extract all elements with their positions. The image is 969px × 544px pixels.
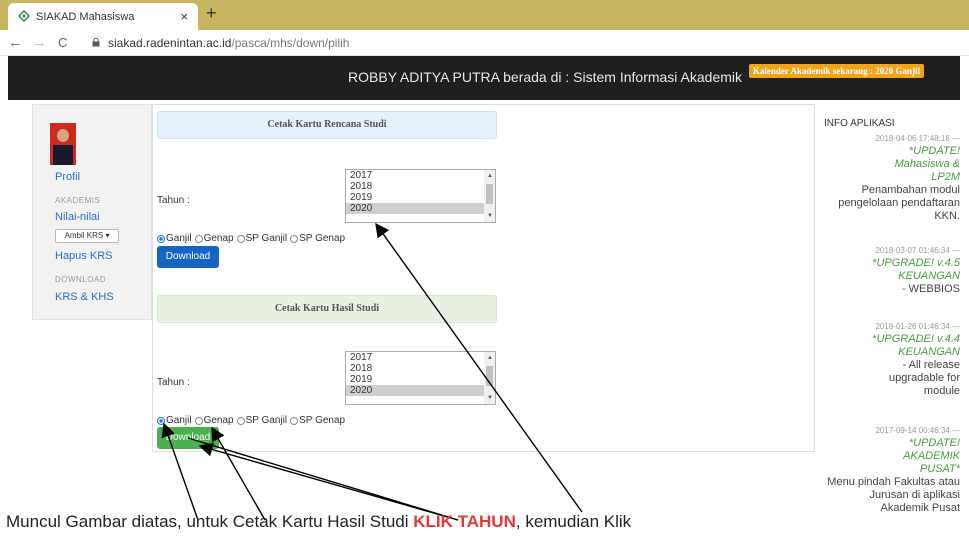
krs-radio-sp-ganjil[interactable] xyxy=(236,234,245,243)
khs-radio-sp-ganjil[interactable] xyxy=(236,416,245,425)
avatar xyxy=(50,123,76,165)
info-highlight[interactable]: *UPDATE! AKADEMIK PUSAT* xyxy=(822,437,960,476)
krs-radio-sp-genap[interactable] xyxy=(290,234,299,243)
main-content: Cetak Kartu Rencana Studi Tahun : 2017 2… xyxy=(152,104,815,452)
krs-year-option[interactable]: 2018 xyxy=(346,181,495,192)
forward-icon[interactable]: → xyxy=(32,34,47,51)
info-highlight[interactable]: *UPGRADE! v.4.5 KEUANGAN xyxy=(822,257,960,283)
khs-year-option-selected[interactable]: 2020 xyxy=(346,385,495,396)
address-bar: ← → C siakad.radenintan.ac.id/pasca/mhs/… xyxy=(0,30,969,56)
khs-year-option[interactable]: 2017 xyxy=(346,352,495,363)
url-field[interactable]: siakad.radenintan.ac.id/pasca/mhs/down/p… xyxy=(108,36,349,50)
krs-listbox-scrollbar[interactable]: ▲ ▼ xyxy=(484,170,495,222)
khs-radio-sp-genap-label: SP Genap xyxy=(299,415,346,426)
krs-download-button[interactable]: Download xyxy=(157,246,219,268)
ambil-krs-label: Ambil KRS xyxy=(64,231,104,240)
arrow-to-download-button xyxy=(198,442,459,521)
browser-tab-bar: SIAKAD Mahasiswa × + xyxy=(0,0,969,30)
khs-panel-title: Cetak Kartu Hasil Studi xyxy=(157,295,497,323)
caret-down-icon: ▾ xyxy=(103,231,110,240)
info-text: Penambahan modul pengelolaan pendaftaran… xyxy=(838,184,960,222)
info-highlight[interactable]: *UPDATE! Mahasiswa & LP2M xyxy=(822,145,960,184)
ambil-krs-button[interactable]: Ambil KRS ▾ xyxy=(55,229,119,243)
reload-icon[interactable]: C xyxy=(58,35,67,50)
info-item: 2018-01-26 01:46:34 — *UPGRADE! v.4.4 KE… xyxy=(822,320,960,398)
info-item: 2018-04-06 17:48:18 — *UPDATE! Mahasiswa… xyxy=(822,132,960,223)
scroll-up-icon[interactable]: ▲ xyxy=(487,173,493,179)
url-path: /pasca/mhs/down/pilih xyxy=(231,36,350,50)
site-favicon-icon xyxy=(18,10,30,22)
krs-radio-sp-genap-label: SP Genap xyxy=(299,233,346,244)
khs-radio-genap[interactable] xyxy=(194,416,203,425)
lock-icon xyxy=(92,38,100,47)
caption-text-end: , kemudian Klik xyxy=(515,512,632,531)
khs-radio-ganjil-label: Ganjil xyxy=(166,415,192,426)
new-tab-icon[interactable]: + xyxy=(206,3,217,24)
tab-title: SIAKAD Mahasiswa xyxy=(36,10,135,23)
info-date: 2018-03-07 01:46:34 — xyxy=(875,246,960,255)
khs-year-option[interactable]: 2018 xyxy=(346,363,495,374)
tab-close-icon[interactable]: × xyxy=(180,9,188,24)
krs-semester-radios: Ganjil Genap SP Ganjil SP Genap xyxy=(157,233,345,244)
sidebar-item-krs-khs[interactable]: KRS & KHS xyxy=(55,291,114,303)
krs-radio-ganjil[interactable] xyxy=(157,234,165,243)
krs-tahun-label: Tahun : xyxy=(157,195,190,206)
khs-year-listbox[interactable]: 2017 2018 2019 2020 ▲ ▼ xyxy=(345,351,496,405)
scroll-thumb[interactable] xyxy=(486,366,493,386)
sidebar: Profil AKADEMIS Nilai-nilai Ambil KRS ▾ … xyxy=(32,104,152,320)
scroll-thumb[interactable] xyxy=(486,184,493,204)
khs-radio-sp-ganjil-label: SP Ganjil xyxy=(245,415,288,426)
khs-radio-sp-genap[interactable] xyxy=(290,416,299,425)
krs-year-option[interactable]: 2019 xyxy=(346,192,495,203)
sidebar-item-profil[interactable]: Profil xyxy=(55,171,80,183)
krs-year-option-selected[interactable]: 2020 xyxy=(346,203,495,214)
sidebar-item-hapus-krs[interactable]: Hapus KRS xyxy=(55,250,112,262)
info-date: 2018-04-06 17:48:18 — xyxy=(875,134,960,143)
back-icon[interactable]: ← xyxy=(8,34,23,51)
scroll-down-icon[interactable]: ▼ xyxy=(487,213,493,219)
krs-radio-sp-ganjil-label: SP Ganjil xyxy=(245,233,288,244)
krs-radio-genap-label: Genap xyxy=(203,233,234,244)
khs-download-button[interactable]: Download xyxy=(157,427,219,449)
sidebar-heading-akademis: AKADEMIS xyxy=(55,196,101,205)
sidebar-heading-download: DOWNLOAD xyxy=(55,275,107,284)
info-title: INFO APLIKASI xyxy=(824,118,895,129)
khs-tahun-label: Tahun : xyxy=(157,377,190,388)
browser-tab[interactable]: SIAKAD Mahasiswa × xyxy=(8,3,198,30)
url-domain: siakad.radenintan.ac.id xyxy=(108,36,232,50)
header-user-text: ROBBY ADITYA PUTRA berada di : Sistem In… xyxy=(348,69,742,85)
caption-text: Muncul Gambar diatas, untuk Cetak Kartu … xyxy=(6,512,414,531)
info-item: 2017-09-14 00:46:34 — *UPDATE! AKADEMIK … xyxy=(822,424,960,515)
instruction-caption: Muncul Gambar diatas, untuk Cetak Kartu … xyxy=(6,512,631,532)
info-date: 2018-01-26 01:46:34 — xyxy=(875,322,960,331)
caption-highlight: KLIK TAHUN xyxy=(413,512,516,531)
krs-radio-ganjil-label: Ganjil xyxy=(166,233,192,244)
krs-year-listbox[interactable]: 2017 2018 2019 2020 ▲ ▼ xyxy=(345,169,496,223)
info-date: 2017-09-14 00:46:34 — xyxy=(875,426,960,435)
calendar-badge[interactable]: Kalender Akademik sekarang : 2020 Ganjil xyxy=(748,64,924,78)
scroll-up-icon[interactable]: ▲ xyxy=(487,355,493,361)
krs-radio-genap[interactable] xyxy=(194,234,203,243)
scroll-down-icon[interactable]: ▼ xyxy=(487,395,493,401)
khs-year-option[interactable]: 2019 xyxy=(346,374,495,385)
info-text: Menu pindah Fakultas atau Jurusan di apl… xyxy=(827,476,960,514)
krs-year-option[interactable]: 2017 xyxy=(346,170,495,181)
khs-radio-ganjil[interactable] xyxy=(157,416,165,425)
avatar-head xyxy=(57,129,69,142)
krs-panel-title: Cetak Kartu Rencana Studi xyxy=(157,111,497,139)
info-item: 2018-03-07 01:46:34 — *UPGRADE! v.4.5 KE… xyxy=(822,244,960,296)
info-highlight[interactable]: *UPGRADE! v.4.4 KEUANGAN xyxy=(822,333,960,359)
info-text: - WEBBIOS xyxy=(901,283,960,295)
avatar-suit xyxy=(53,145,73,165)
sidebar-item-nilai[interactable]: Nilai-nilai xyxy=(55,211,100,223)
khs-radio-genap-label: Genap xyxy=(203,415,234,426)
khs-semester-radios: Ganjil Genap SP Ganjil SP Genap xyxy=(157,415,345,426)
page-header: ROBBY ADITYA PUTRA berada di : Sistem In… xyxy=(8,56,960,100)
info-text: - All release upgradable for module xyxy=(889,359,960,397)
khs-listbox-scrollbar[interactable]: ▲ ▼ xyxy=(484,352,495,404)
